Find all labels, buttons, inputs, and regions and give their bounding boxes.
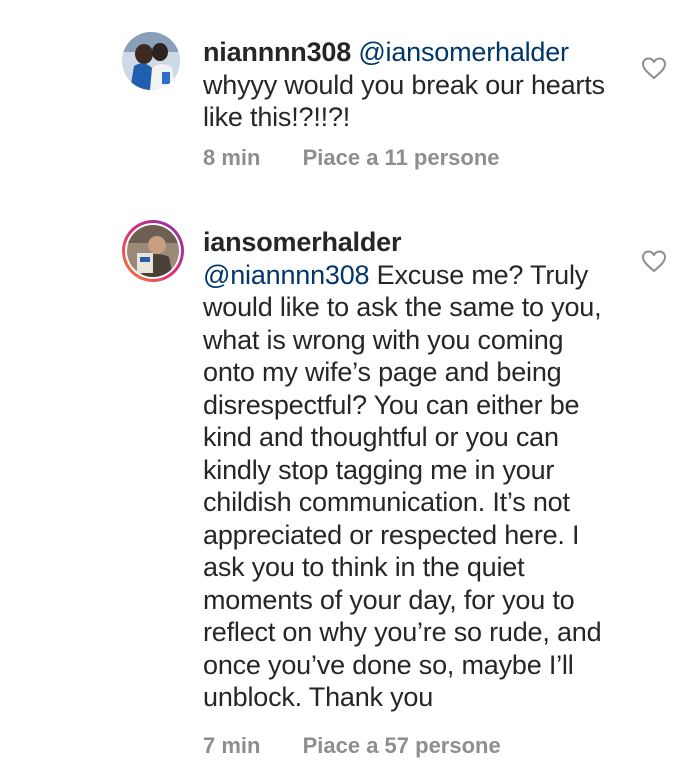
comment-time[interactable]: 7 min xyxy=(203,733,260,758)
comment-likes[interactable]: Piace a 57 persone xyxy=(303,733,501,758)
comment-meta: 7 min Piace a 57 persone xyxy=(203,733,501,759)
comment-mention[interactable]: @niannnn308 xyxy=(203,260,370,290)
comment-text-block: iansomerhalder @niannnn308 Excuse me? Tr… xyxy=(203,226,613,714)
comment-text: Excuse me? Truly would like to ask the s… xyxy=(203,259,602,713)
comment-username[interactable]: iansomerhalder xyxy=(203,227,401,257)
avatar-inner xyxy=(125,223,181,279)
avatar-story-ring[interactable] xyxy=(122,220,184,282)
comment-2: iansomerhalder @niannnn308 Excuse me? Tr… xyxy=(0,0,700,780)
avatar-photo xyxy=(127,225,179,277)
heart-outline-icon[interactable] xyxy=(641,249,667,273)
